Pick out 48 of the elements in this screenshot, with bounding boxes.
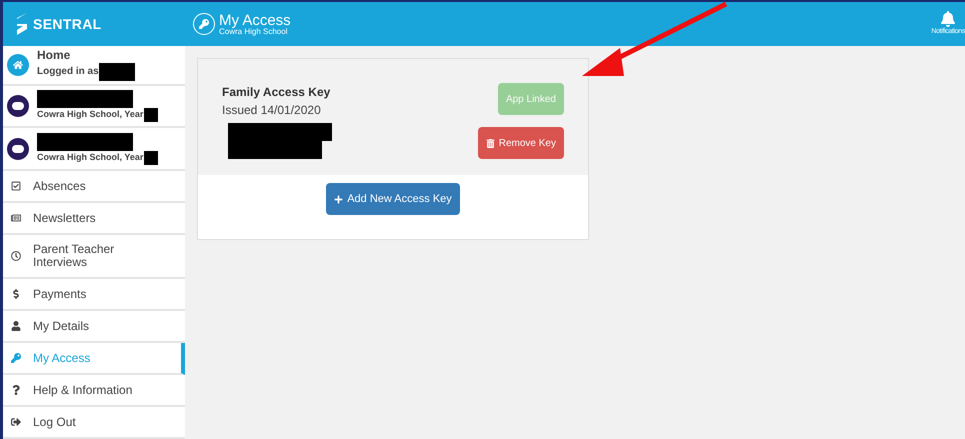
exit-icon [11, 417, 21, 427]
nav-label: Help & Information [33, 384, 133, 396]
question-icon [11, 385, 21, 395]
nav-item[interactable]: Help & Information [3, 375, 185, 407]
redaction-bar [144, 108, 158, 122]
logged-in-label: Logged in as [37, 66, 99, 79]
nav-label: My Details [33, 320, 90, 332]
remove-key-button[interactable]: Remove Key [478, 127, 564, 159]
dollar-icon [11, 289, 21, 299]
school-name: Cowra High School [219, 28, 288, 36]
home-title: Home [37, 48, 72, 64]
key-title: Family Access Key [222, 84, 332, 101]
trash-icon [486, 138, 495, 148]
student-school: Cowra High School, Year [37, 150, 144, 164]
nav-item[interactable]: Absences [3, 171, 185, 203]
clock-icon [11, 251, 21, 261]
student-icon [7, 95, 29, 118]
nav-item[interactable]: Newsletters [3, 203, 185, 235]
logo-text: SENTRAL [33, 14, 102, 34]
nav-label: My Access [33, 352, 92, 364]
key-icon [193, 13, 215, 35]
student-item[interactable]: Cowra High School, Year [3, 86, 185, 128]
issued-date: Issued 14/01/2020 [222, 102, 322, 119]
home-item[interactable]: Home Logged in as [3, 46, 185, 86]
plus-icon [334, 194, 344, 204]
logo-icon [15, 12, 29, 36]
checkbox-icon [11, 181, 21, 191]
bell-icon[interactable] [940, 10, 956, 27]
newspaper-icon [11, 213, 21, 223]
student-icon [7, 138, 29, 160]
redaction-bar [98, 63, 135, 82]
nav-item[interactable]: Payments [3, 279, 185, 311]
nav-label: Payments [33, 288, 88, 300]
nav-label: Newsletters [33, 212, 97, 224]
user-icon [11, 321, 21, 331]
nav-label: Parent Teacher Interviews [33, 243, 116, 269]
redaction-bar [144, 150, 158, 165]
nav-item[interactable]: Parent Teacher Interviews [3, 235, 185, 279]
nav-label: Log Out [33, 416, 77, 428]
nav-label: Absences [33, 180, 87, 192]
page-title: My Access [219, 12, 291, 28]
student-item[interactable]: Cowra High School, Year [3, 128, 185, 171]
add-key-button[interactable]: Add New Access Key [326, 183, 460, 215]
nav-item[interactable]: Log Out [3, 407, 185, 439]
nav-item[interactable]: My Details [3, 311, 185, 343]
student-school: Cowra High School, Year [37, 108, 144, 122]
home-icon [7, 54, 29, 76]
key-icon [11, 353, 21, 363]
